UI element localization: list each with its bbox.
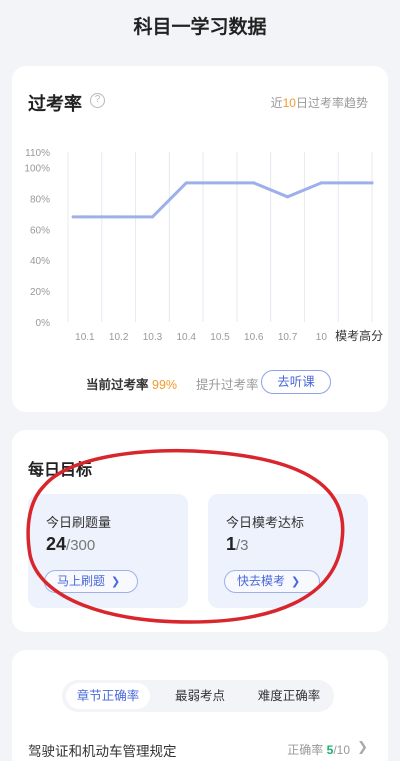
x-tick-label: 10.2 bbox=[109, 332, 129, 343]
start-practice-label: 马上刷题 bbox=[57, 574, 106, 588]
data-point bbox=[83, 215, 87, 219]
trend-prefix: 近 bbox=[270, 96, 283, 110]
goal-practice-total: /300 bbox=[66, 537, 96, 554]
chevron-right-icon: ❯ bbox=[111, 576, 121, 588]
chevron-right-icon[interactable]: ❯ bbox=[357, 739, 368, 755]
data-point bbox=[117, 215, 121, 219]
start-mock-exam-label: 快去模考 bbox=[237, 574, 286, 588]
daily-goal-card: 每日目标 今日刷题量 24/300 马上刷题 ❯ 今日模考达标 1/3 快去模考 ❯ bbox=[12, 430, 388, 632]
current-pass-rate: 当前过考率 99% bbox=[86, 374, 177, 393]
tab-chapter-accuracy[interactable]: 章节正确率 bbox=[66, 683, 150, 709]
x-tick-label: 10.3 bbox=[143, 332, 163, 343]
accuracy-tabbar: 章节正确率 最弱考点 难度正确率 bbox=[62, 680, 334, 712]
data-point bbox=[184, 181, 188, 185]
tab-difficulty-accuracy[interactable]: 难度正确率 bbox=[246, 680, 332, 712]
goal-mock-count: 1/3 bbox=[226, 534, 249, 555]
x-tick-label: 模考高分 bbox=[335, 328, 383, 343]
x-tick-label: 10.1 bbox=[75, 332, 95, 343]
pass-rate-chart: 0% 20% 40% 60% 80% 100% 110% 10.1 10.2 10.3 10.4 10… bbox=[24, 148, 383, 343]
y-tick-label: 40% bbox=[30, 256, 50, 267]
goal-mock-total: /3 bbox=[236, 537, 249, 554]
data-point bbox=[218, 181, 222, 185]
start-mock-exam-button[interactable]: 快去模考 ❯ bbox=[224, 570, 320, 593]
chapter-row-title[interactable]: 驾驶证和机动车管理规定 bbox=[28, 740, 177, 760]
x-tick-label: 10.5 bbox=[210, 332, 230, 343]
y-tick-label: 0% bbox=[36, 318, 51, 329]
chapter-row-rate: 正确率 5/10 bbox=[287, 741, 350, 758]
goal-practice-box: 今日刷题量 24/300 马上刷题 ❯ bbox=[28, 494, 188, 608]
y-tick-label: 100% bbox=[24, 163, 50, 174]
pass-rate-line bbox=[71, 181, 374, 219]
question-circle-icon[interactable]: ? bbox=[90, 93, 105, 108]
y-tick-label: 80% bbox=[30, 194, 50, 205]
daily-goal-title: 每日目标 bbox=[28, 462, 93, 479]
start-practice-button[interactable]: 马上刷题 ❯ bbox=[44, 570, 138, 593]
go-listen-button[interactable]: 去听课 bbox=[261, 370, 331, 394]
boost-pass-rate-label: 提升过考率 bbox=[196, 378, 259, 392]
page-title: 科目一学习数据 bbox=[133, 17, 267, 38]
goal-practice-count: 24/300 bbox=[46, 534, 95, 555]
pass-rate-title: 过考率 bbox=[28, 94, 82, 114]
tab-weakest-points[interactable]: 最弱考点 bbox=[160, 680, 240, 712]
x-tick-label: 10.6 bbox=[244, 332, 264, 343]
trend-label: 近10日过考率趋势 bbox=[271, 94, 368, 111]
current-pass-rate-value: 99% bbox=[152, 378, 178, 392]
y-tick-label: 110% bbox=[25, 148, 50, 159]
y-tick-label: 60% bbox=[30, 225, 50, 236]
goal-practice-current: 24 bbox=[46, 534, 67, 554]
trend-days: 10 bbox=[282, 96, 296, 110]
current-pass-rate-label: 当前过考率 bbox=[86, 378, 149, 392]
x-tick-label: 10 bbox=[316, 332, 328, 343]
chevron-right-icon: ❯ bbox=[291, 576, 301, 588]
x-tick-label: 10.4 bbox=[176, 332, 196, 343]
data-point bbox=[370, 181, 374, 185]
goal-practice-label: 今日刷题量 bbox=[46, 515, 112, 530]
goal-mock-current: 1 bbox=[226, 534, 237, 554]
trend-suffix: 日过考率趋势 bbox=[295, 96, 368, 110]
pass-rate-card: 过考率 ? 近10日过考率趋势 0% 20% 40% 60% 80% 100% 110% 10… bbox=[12, 66, 388, 412]
y-tick-label: 20% bbox=[30, 287, 50, 298]
data-point bbox=[286, 195, 290, 199]
data-point bbox=[319, 181, 323, 185]
chapter-row-rate-label: 正确率 bbox=[287, 743, 324, 757]
goal-mock-exam-box: 今日模考达标 1/3 快去模考 ❯ bbox=[208, 494, 368, 608]
accuracy-card: 章节正确率 最弱考点 难度正确率 驾驶证和机动车管理规定 正确率 5/10 ❯ bbox=[12, 650, 388, 761]
goal-mock-label: 今日模考达标 bbox=[226, 515, 305, 530]
chapter-row-rate-total: /10 bbox=[333, 743, 350, 757]
x-tick-label: 10.7 bbox=[278, 332, 298, 343]
data-point bbox=[150, 215, 154, 219]
data-point bbox=[252, 181, 256, 185]
